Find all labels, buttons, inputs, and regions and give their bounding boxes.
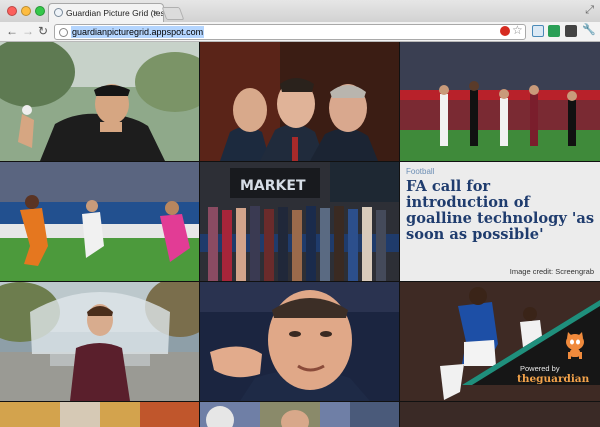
url-text[interactable]: guardianpicturegrid.appspot.com bbox=[71, 26, 205, 38]
zoom-window-button[interactable] bbox=[35, 6, 45, 16]
new-tab-button[interactable] bbox=[161, 7, 185, 20]
window-titlebar: Guardian Picture Grid (test) × ⤢ bbox=[0, 0, 600, 22]
wrench-icon[interactable]: 🔧 bbox=[582, 23, 596, 36]
featured-article-card[interactable]: Football FA call for introduction of goa… bbox=[400, 162, 600, 281]
picture-grid: MARKET Football FA call for introduction… bbox=[0, 42, 600, 427]
globe-icon bbox=[59, 28, 68, 37]
back-icon[interactable]: ← bbox=[6, 24, 18, 39]
guardian-logo[interactable]: theguardian bbox=[517, 373, 589, 385]
image-credit: Image credit: Screengrab bbox=[509, 267, 594, 276]
octocat-icon bbox=[566, 332, 584, 359]
article-section-label[interactable]: Football bbox=[406, 167, 434, 176]
photo-stock-exchange[interactable]: MARKET bbox=[200, 162, 399, 281]
photo-politician-gesture[interactable] bbox=[200, 282, 399, 401]
powered-by-badge[interactable]: Powered by theguardian bbox=[462, 300, 600, 385]
svg-text:MARKET: MARKET bbox=[240, 178, 306, 194]
adblock-icon[interactable] bbox=[500, 26, 510, 36]
camera-icon[interactable] bbox=[565, 25, 577, 37]
close-window-button[interactable] bbox=[7, 6, 17, 16]
photo-man-fountain[interactable] bbox=[0, 282, 199, 401]
extension-icon[interactable] bbox=[548, 25, 560, 37]
photo-politicians[interactable] bbox=[200, 42, 399, 161]
address-bar[interactable]: guardianpicturegrid.appspot.com bbox=[54, 24, 526, 40]
browser-toolbar: ← → ↻ guardianpicturegrid.appspot.com ☆ … bbox=[0, 22, 600, 42]
photo-bottom-middle[interactable] bbox=[200, 402, 399, 427]
forward-icon[interactable]: → bbox=[22, 24, 34, 39]
photo-bottom-right[interactable] bbox=[400, 402, 600, 427]
tab-title: Guardian Picture Grid (test) bbox=[66, 8, 164, 18]
extension-icon[interactable] bbox=[532, 25, 544, 37]
globe-icon bbox=[54, 8, 63, 17]
minimize-window-button[interactable] bbox=[21, 6, 31, 16]
tab-active[interactable]: Guardian Picture Grid (test) × bbox=[48, 3, 164, 22]
powered-by-label: Powered by bbox=[520, 364, 560, 373]
article-headline[interactable]: FA call for introduction of goalline tec… bbox=[406, 179, 596, 243]
tab-close-icon[interactable]: × bbox=[153, 4, 158, 22]
photo-bottom-left[interactable] bbox=[0, 402, 199, 427]
fullscreen-icon[interactable]: ⤢ bbox=[585, 4, 594, 17]
bookmark-star-icon[interactable]: ☆ bbox=[512, 23, 523, 37]
reload-icon[interactable]: ↻ bbox=[38, 24, 48, 39]
photo-football-match[interactable] bbox=[400, 42, 600, 161]
photo-football-striker[interactable] bbox=[0, 162, 199, 281]
photo-golfer[interactable] bbox=[0, 42, 199, 161]
